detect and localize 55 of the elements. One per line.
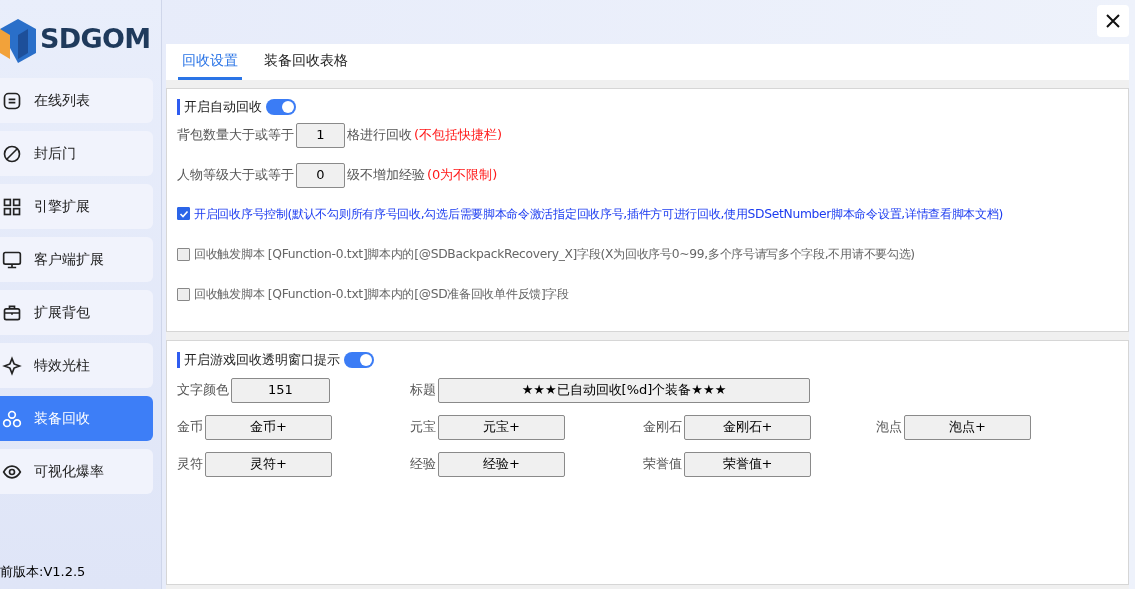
text-field[interactable]: 经验+ <box>438 451 565 477</box>
toggle-switch[interactable] <box>344 351 374 368</box>
toggle-switch[interactable] <box>266 98 296 115</box>
sidebar-item[interactable]: 装备回收 <box>0 396 153 441</box>
text-field[interactable]: ★★★已自动回收[%d]个装备★★★ <box>438 377 810 403</box>
grid-icon <box>2 196 22 217</box>
text-field[interactable]: 泡点+ <box>904 414 1031 440</box>
sidebar-item[interactable]: 封后门 <box>0 131 153 176</box>
field-label: 元宝 <box>410 418 436 437</box>
checkbox[interactable] <box>177 247 190 261</box>
field-label: 标题 <box>410 381 436 400</box>
field-label: 经验 <box>410 455 436 474</box>
text-field[interactable]: 金刚石+ <box>684 414 811 440</box>
text-field[interactable]: 灵符+ <box>205 451 332 477</box>
section-title: 开启游戏回收透明窗口提示 <box>184 351 340 369</box>
sidebar-item[interactable]: 特效光柱 <box>0 343 153 388</box>
field-label: 人物等级大于或等于 <box>177 166 294 185</box>
field-label: 金币 <box>177 418 203 437</box>
field-label: 级不增加经验 <box>347 166 425 185</box>
checkbox[interactable] <box>177 207 190 221</box>
checkbox-label: 回收触发脚本 [QFunction-0.txt]脚本内的[@SDBackpackRecovery_X]字段(X为回收序号0~99,多个序号请写多个字段,不用请不要勾选) <box>194 245 915 263</box>
sidebar-item[interactable]: 可视化爆率 <box>0 449 153 494</box>
checkbox-label: 开启回收序号控制(默认不勾则所有序号回收,勾选后需要脚本命令激活指定回收序号,插件方可进行回收,使用SDSetNumber脚本命令设置,详情查看脚本文档) <box>194 205 1003 223</box>
sidebar-item[interactable]: 客户端扩展 <box>0 237 153 282</box>
field-label: 背包数量大于或等于 <box>177 126 294 145</box>
list-icon <box>2 90 22 111</box>
text-field[interactable]: 元宝+ <box>438 414 565 440</box>
circles-icon <box>2 408 22 429</box>
field-label: 金刚石 <box>643 418 682 437</box>
field-label: 泡点 <box>876 418 902 437</box>
version-label: 前版本:V1.2.5 <box>0 562 87 581</box>
ban-icon <box>2 143 22 164</box>
sidebar-item[interactable]: 扩展背包 <box>0 290 153 335</box>
field-label: 格进行回收 <box>347 126 412 145</box>
field-label: 荣誉值 <box>643 455 682 474</box>
field-label: 灵符 <box>177 455 203 474</box>
sidebar-item[interactable]: 引擎扩展 <box>0 184 153 229</box>
note-text: (0为不限制) <box>427 166 498 185</box>
close-button[interactable] <box>1097 5 1129 37</box>
checkbox[interactable] <box>177 288 190 302</box>
tab[interactable]: 装备回收表格 <box>260 44 352 80</box>
text-field[interactable]: 荣誉值+ <box>684 451 811 477</box>
checkbox-label: 回收触发脚本 [QFunction-0.txt]脚本内的[@SD准备回收单件反馈]字段 <box>194 286 569 304</box>
text-field[interactable]: 0 <box>296 162 345 188</box>
sparkle-icon <box>2 355 22 376</box>
text-field[interactable]: 1 <box>296 122 345 148</box>
close-icon <box>1106 14 1120 28</box>
brand-name: SDGOM <box>40 21 151 56</box>
sidebar-item[interactable]: 在线列表 <box>0 78 153 123</box>
field-label: 文字颜色 <box>177 381 229 400</box>
monitor-icon <box>2 249 22 270</box>
note-text: (不包括快捷栏) <box>414 126 503 145</box>
section-title: 开启自动回收 <box>184 98 262 116</box>
text-field[interactable]: 151 <box>231 377 330 403</box>
text-field[interactable]: 金币+ <box>205 414 332 440</box>
